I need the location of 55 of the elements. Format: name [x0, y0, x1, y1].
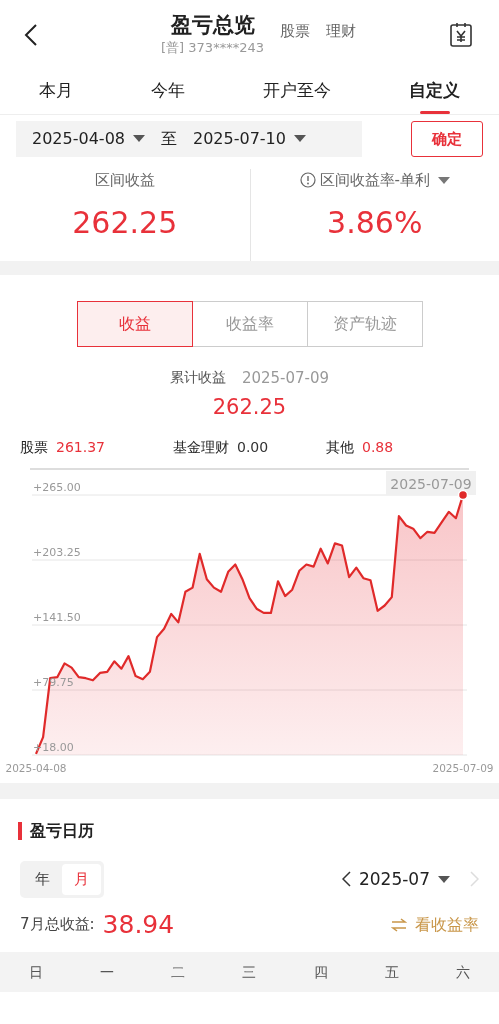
weekday-label: 五: [385, 962, 400, 980]
cumulative-value: 262.25: [211, 393, 288, 421]
bill-icon[interactable]: [449, 22, 473, 48]
page-title: 盈亏总览: [170, 12, 255, 38]
period-tab[interactable]: 本月: [39, 70, 73, 114]
breakdown-value: 0.88: [362, 438, 394, 457]
summary-label[interactable]: 区间收益率-单利: [319, 169, 430, 192]
range-separator: 至: [161, 127, 177, 150]
summary-label: 区间收益: [94, 170, 155, 191]
breakdown-label: 基金理财: [173, 438, 229, 457]
start-date-picker[interactable]: 2025-04-08: [32, 126, 145, 151]
summary-value: 262.25: [72, 203, 178, 242]
confirm-button[interactable]: 确定: [411, 120, 483, 157]
caret-icon: [438, 875, 450, 883]
y-axis-label: +203.25: [33, 546, 81, 559]
section-title: 盈亏日历: [30, 820, 94, 842]
weekday-label: 三: [242, 962, 257, 980]
chart-tab[interactable]: 收益: [76, 301, 193, 347]
cumulative-label: 累计收益: [169, 368, 226, 387]
breakdown-label: 其他: [326, 438, 354, 457]
period-tab[interactable]: 今年: [151, 70, 185, 114]
caret-icon: [293, 135, 306, 143]
month-picker[interactable]: 2025-07: [358, 866, 450, 892]
breakdown-value: 0.00: [237, 438, 269, 457]
summary-value: 3.86%: [327, 203, 423, 242]
weekday-label: 一: [99, 962, 114, 980]
swap-icon: [391, 917, 407, 932]
tab-underline: [419, 110, 450, 114]
breakdown-label: 股票: [20, 438, 48, 457]
period-tab[interactable]: 开户至今: [263, 70, 331, 114]
mode-tab[interactable]: 月: [62, 864, 101, 895]
period-tab[interactable]: 自定义: [409, 70, 460, 114]
end-date-picker[interactable]: 2025-07-10: [193, 126, 306, 151]
cumulative-date: 2025-07-09: [241, 368, 330, 389]
weekday-label: 四: [313, 962, 328, 980]
previous-icon[interactable]: [341, 871, 351, 888]
account-number: [普] 373****243: [161, 38, 264, 57]
caret-icon: [133, 135, 145, 143]
y-axis-label: +265.00: [33, 481, 81, 494]
weekday-label: 六: [456, 962, 471, 980]
header-link[interactable]: 股票: [279, 19, 310, 43]
header-link[interactable]: 理财: [325, 19, 356, 43]
y-axis-label: +141.50: [33, 611, 81, 624]
x-axis-label: 2025-04-08: [5, 762, 67, 774]
section-marker: [18, 822, 22, 840]
total-value: 38.94: [102, 908, 175, 941]
mode-tab[interactable]: 年: [23, 864, 62, 895]
total-label: 7月总收益:: [20, 914, 95, 936]
back-icon[interactable]: [24, 23, 38, 47]
x-axis-label: 2025-07-09: [432, 762, 494, 774]
chart-tooltip: 2025-07-09: [386, 471, 476, 495]
breakdown-value: 261.37: [56, 438, 105, 457]
weekday-label: 日: [28, 962, 43, 980]
info-icon[interactable]: [299, 172, 316, 189]
weekday-label: 二: [171, 962, 186, 980]
